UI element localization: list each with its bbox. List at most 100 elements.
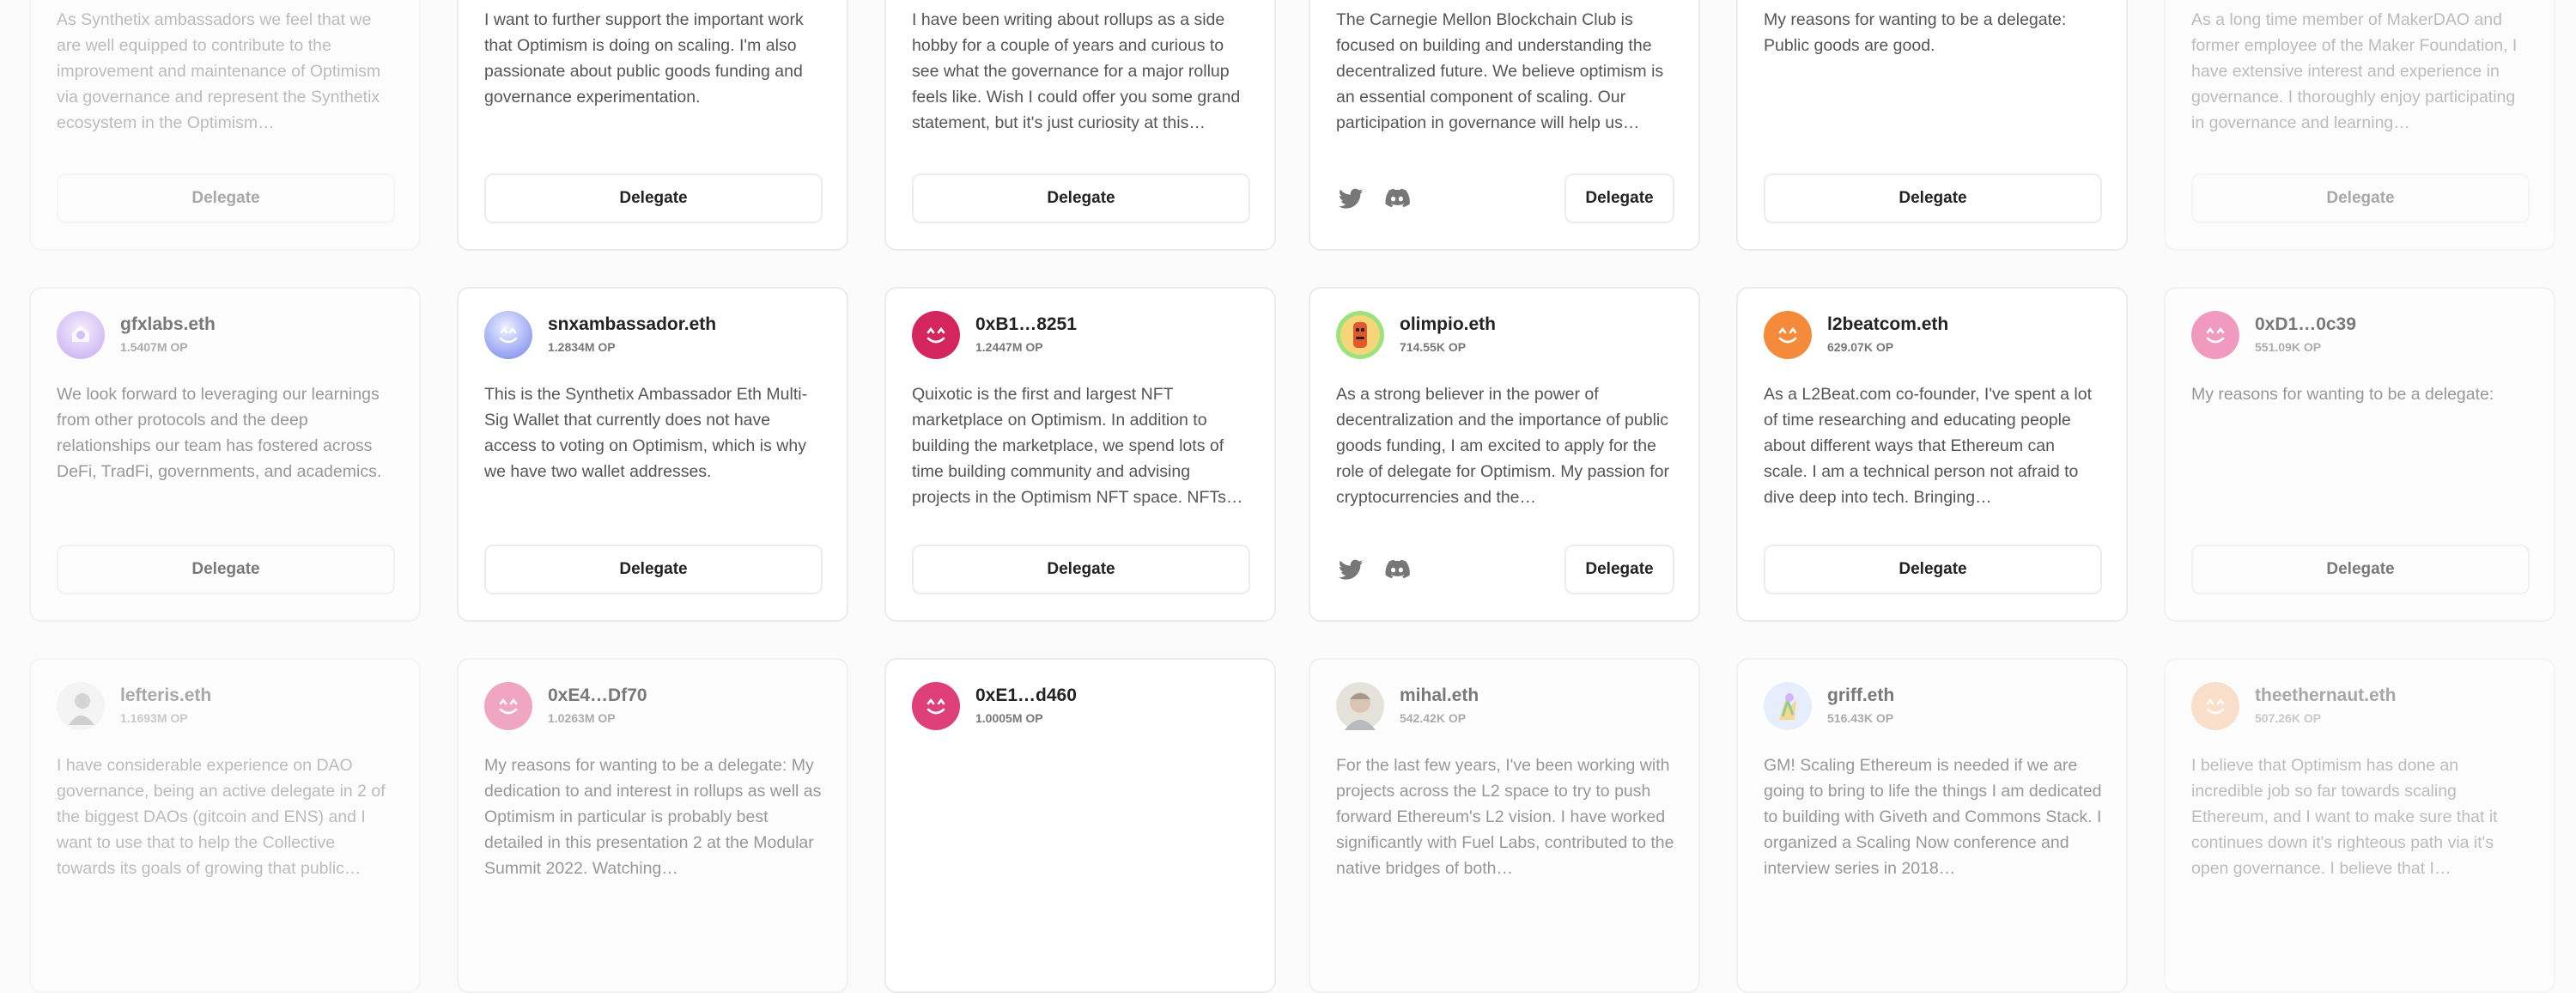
delegate-name[interactable]: 0xE4…Df70	[548, 685, 647, 706]
voting-power: 714.55K OP	[1400, 340, 1467, 354]
delegate-card[interactable]: The Carnegie Mellon Blockchain Club is f…	[1309, 0, 1700, 251]
delegate-header: theethernaut.eth 507.26K OP	[2191, 682, 2537, 734]
delegate-card[interactable]: 0xD1…0c39 551.09K OP My reasons for want…	[2164, 287, 2555, 622]
delegate-header: griff.eth 516.43K OP	[1764, 682, 2109, 734]
delegate-button[interactable]: Delegate	[2191, 545, 2530, 594]
delegate-card[interactable]: 0xB1…8251 1.2447M OP Quixotic is the fir…	[884, 287, 1276, 622]
avatar	[2191, 311, 2239, 359]
voting-power: 507.26K OP	[2255, 711, 2322, 725]
delegate-bio: As a long time member of MakerDAO and fo…	[2191, 10, 2518, 132]
delegate-header: lefteris.eth 1.1693M OP	[57, 682, 402, 734]
voting-power: 1.2834M OP	[548, 340, 616, 354]
avatar	[484, 311, 532, 359]
twitter-icon[interactable]	[1336, 184, 1365, 213]
delegate-header: 0xE4…Df70 1.0263M OP	[484, 682, 829, 734]
voting-power: 1.2447M OP	[975, 340, 1043, 354]
delegate-card[interactable]: griff.eth 516.43K OP GM! Scaling Ethereu…	[1736, 658, 2128, 993]
delegate-button[interactable]: Delegate	[57, 545, 395, 594]
delegate-header: mihal.eth 542.42K OP	[1336, 682, 1681, 734]
discord-icon[interactable]	[1382, 555, 1412, 584]
delegate-header: gfxlabs.eth 1.5407M OP	[57, 311, 402, 362]
delegate-name[interactable]: 0xD1…0c39	[2255, 314, 2356, 335]
delegate-name[interactable]: l2beatcom.eth	[1827, 314, 1948, 335]
voting-power: 542.42K OP	[1400, 711, 1467, 725]
voting-power: 1.0263M OP	[548, 711, 616, 725]
delegate-header: snxambassador.eth 1.2834M OP	[484, 311, 829, 362]
delegate-name[interactable]: gfxlabs.eth	[120, 314, 216, 335]
social-links	[1336, 555, 1412, 584]
discord-icon[interactable]	[1382, 184, 1412, 213]
delegate-card[interactable]: gfxlabs.eth 1.5407M OP We look forward t…	[29, 287, 421, 622]
delegate-button[interactable]: Delegate	[1564, 174, 1674, 223]
delegate-button[interactable]: Delegate	[912, 545, 1250, 594]
voting-power: 551.09K OP	[2255, 340, 2322, 354]
social-links	[1336, 184, 1412, 213]
delegate-card[interactable]: My reasons for wanting to be a delegate:…	[1736, 0, 2128, 251]
delegate-button[interactable]: Delegate	[484, 545, 823, 594]
delegate-card[interactable]: As Synthetix ambassadors we feel that we…	[29, 0, 421, 251]
delegate-card[interactable]: 0xE1…d460 1.0005M OP	[884, 658, 1276, 993]
delegate-bio: My reasons for wanting to be a delegate:	[2191, 385, 2494, 404]
delegate-name[interactable]: theethernaut.eth	[2255, 685, 2397, 706]
delegate-bio: The Carnegie Mellon Blockchain Club is f…	[1336, 10, 1664, 132]
delegate-card[interactable]: 0xE4…Df70 1.0263M OP My reasons for want…	[457, 658, 848, 993]
voting-power: 516.43K OP	[1827, 711, 1894, 725]
delegate-button[interactable]: Delegate	[912, 174, 1250, 223]
delegate-button[interactable]: Delegate	[2191, 174, 2530, 223]
delegate-card[interactable]: lefteris.eth 1.1693M OP I have considera…	[29, 658, 421, 993]
delegate-bio: I have considerable experience on DAO go…	[57, 756, 386, 878]
voting-power: 1.1693M OP	[120, 711, 188, 725]
delegate-name[interactable]: 0xB1…8251	[975, 314, 1077, 335]
voting-power: 1.0005M OP	[975, 711, 1043, 725]
avatar	[912, 682, 960, 730]
delegate-name[interactable]: 0xE1…d460	[975, 685, 1077, 706]
delegate-card[interactable]: I want to further support the important …	[457, 0, 848, 251]
delegate-name[interactable]: olimpio.eth	[1400, 314, 1496, 335]
delegate-bio: As a strong believer in the power of dec…	[1336, 385, 1669, 507]
avatar	[1764, 311, 1812, 359]
delegate-card[interactable]: mihal.eth 542.42K OP For the last few ye…	[1309, 658, 1700, 993]
avatar	[1764, 682, 1812, 730]
delegate-header: l2beatcom.eth 629.07K OP	[1764, 311, 2109, 362]
delegate-name[interactable]: griff.eth	[1827, 685, 1894, 706]
twitter-icon[interactable]	[1336, 555, 1365, 584]
delegate-card[interactable]: I have been writing about rollups as a s…	[884, 0, 1276, 251]
delegate-card[interactable]: olimpio.eth 714.55K OP As a strong belie…	[1309, 287, 1700, 622]
delegate-card[interactable]: theethernaut.eth 507.26K OP I believe th…	[2164, 658, 2555, 993]
delegates-grid: As Synthetix ambassadors we feel that we…	[0, 0, 2576, 993]
voting-power: 629.07K OP	[1827, 340, 1894, 354]
delegate-header: 0xB1…8251 1.2447M OP	[912, 311, 1257, 362]
avatar	[57, 682, 105, 730]
delegate-bio: As Synthetix ambassadors we feel that we…	[57, 10, 381, 132]
delegate-bio: I want to further support the important …	[484, 10, 804, 107]
avatar	[1336, 682, 1384, 730]
avatar	[484, 682, 532, 730]
delegate-bio: This is the Synthetix Ambassador Eth Mul…	[484, 385, 808, 481]
delegate-header: olimpio.eth 714.55K OP	[1336, 311, 1681, 362]
avatar	[57, 311, 105, 359]
delegate-bio: My reasons for wanting to be a delegate:…	[484, 756, 822, 878]
avatar	[2191, 682, 2239, 730]
delegate-bio: For the last few years, I've been workin…	[1336, 756, 1674, 878]
delegate-bio: We look forward to leveraging our learni…	[57, 385, 382, 481]
delegate-card[interactable]: As a long time member of MakerDAO and fo…	[2164, 0, 2555, 251]
delegate-bio: I believe that Optimism has done an incr…	[2191, 756, 2498, 878]
voting-power: 1.5407M OP	[120, 340, 188, 354]
delegate-bio: I have been writing about rollups as a s…	[912, 10, 1241, 132]
delegate-header: 0xE1…d460 1.0005M OP	[912, 682, 1257, 734]
delegate-card[interactable]: l2beatcom.eth 629.07K OP As a L2Beat.com…	[1736, 287, 2128, 622]
delegate-name[interactable]: lefteris.eth	[120, 685, 211, 706]
delegate-button[interactable]: Delegate	[57, 174, 395, 223]
delegate-bio: Quixotic is the first and largest NFT ma…	[912, 385, 1243, 507]
delegate-header: 0xD1…0c39 551.09K OP	[2191, 311, 2537, 362]
delegate-button[interactable]: Delegate	[484, 174, 823, 223]
delegate-button[interactable]: Delegate	[1764, 545, 2102, 594]
delegate-name[interactable]: mihal.eth	[1400, 685, 1479, 706]
avatar	[912, 311, 960, 359]
delegate-button[interactable]: Delegate	[1564, 545, 1674, 594]
delegate-name[interactable]: snxambassador.eth	[548, 314, 716, 335]
delegate-bio: GM! Scaling Ethereum is needed if we are…	[1764, 756, 2102, 878]
delegate-card[interactable]: snxambassador.eth 1.2834M OP This is the…	[457, 287, 848, 622]
delegate-button[interactable]: Delegate	[1764, 174, 2102, 223]
delegate-bio: My reasons for wanting to be a delegate:…	[1764, 10, 2067, 55]
